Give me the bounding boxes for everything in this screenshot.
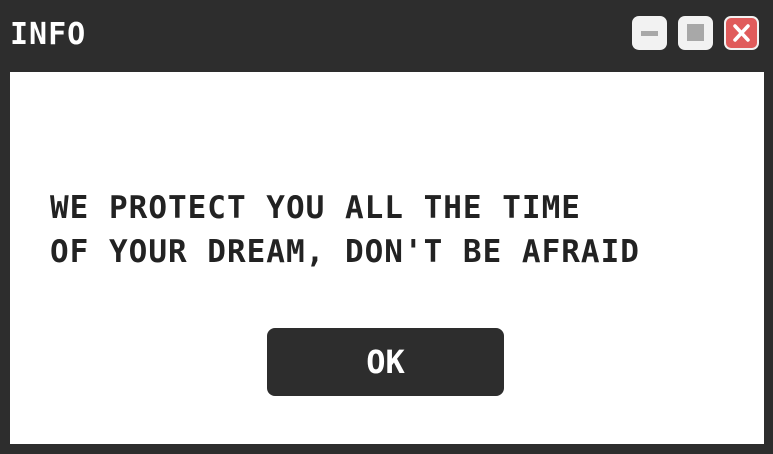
minimize-icon	[641, 31, 658, 36]
close-icon	[733, 24, 750, 42]
window-title: INFO	[10, 17, 87, 52]
info-dialog-window: INFO WE PROTECT YOU ALL THE TIME OF YOUR…	[0, 0, 773, 454]
title-bar[interactable]: INFO	[0, 0, 773, 70]
message-line-2: OF YOUR DREAM, DON'T BE AFRAID	[50, 234, 640, 270]
ok-button[interactable]: OK	[267, 328, 504, 396]
dialog-message: WE PROTECT YOU ALL THE TIME OF YOUR DREA…	[50, 186, 750, 274]
maximize-button[interactable]	[678, 16, 713, 50]
maximize-icon	[687, 24, 704, 41]
minimize-button[interactable]	[632, 16, 667, 50]
close-button[interactable]	[724, 16, 759, 50]
dialog-content: WE PROTECT YOU ALL THE TIME OF YOUR DREA…	[10, 72, 764, 444]
message-line-1: WE PROTECT YOU ALL THE TIME	[50, 190, 581, 226]
